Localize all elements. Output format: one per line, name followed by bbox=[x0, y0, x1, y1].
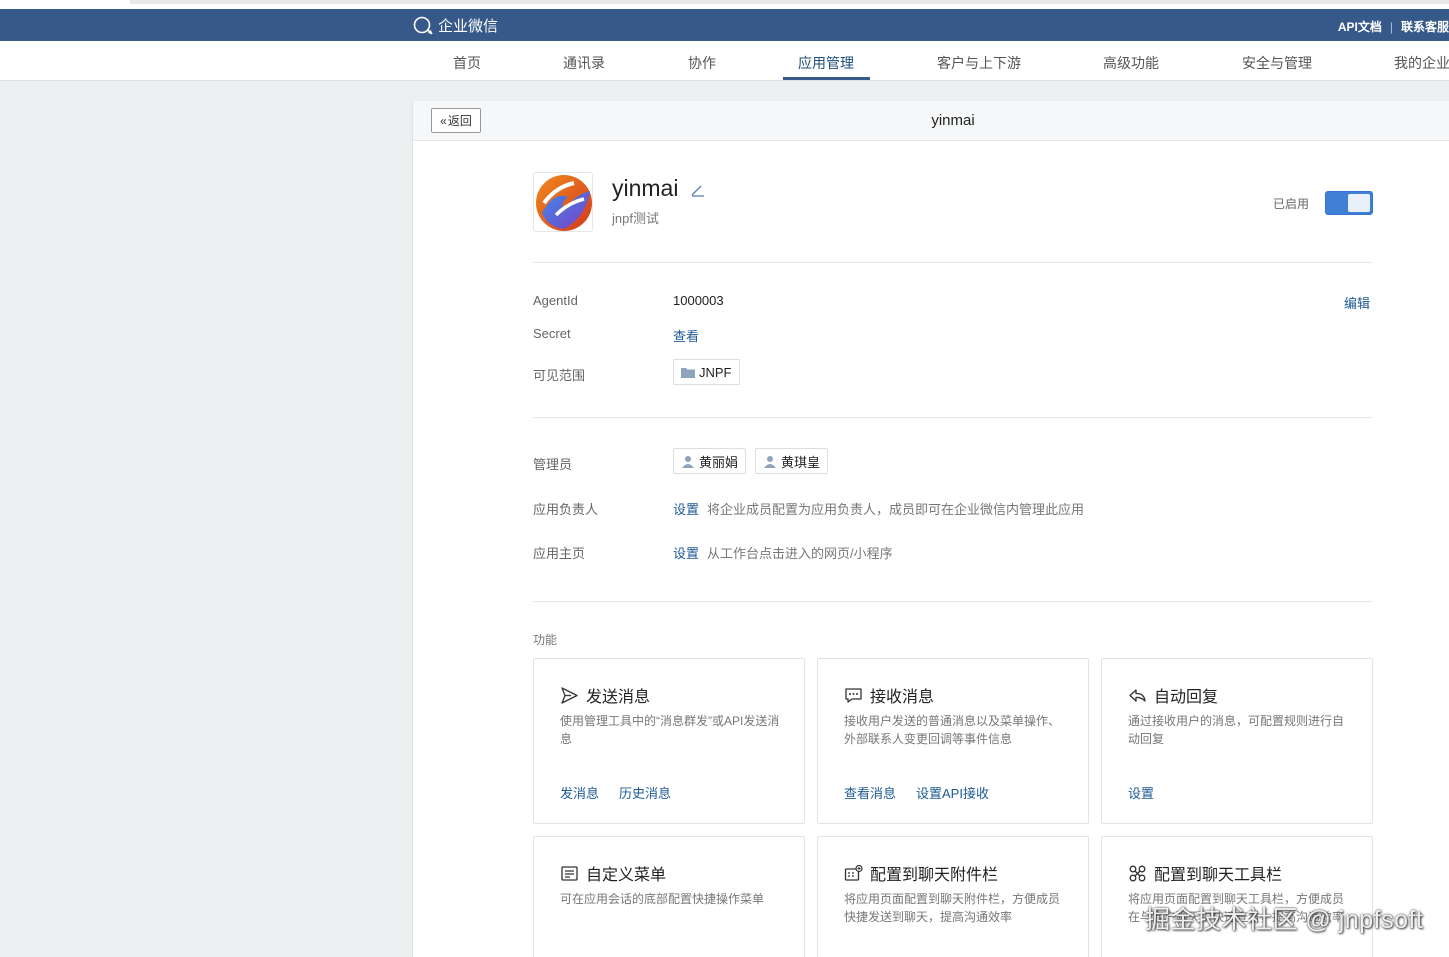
chat-bubble-icon bbox=[845, 687, 862, 703]
logo-text: 企业微信 bbox=[438, 18, 499, 35]
message-history-link[interactable]: 历史消息 bbox=[619, 783, 671, 802]
menu-icon bbox=[561, 865, 578, 881]
divider bbox=[533, 417, 1373, 418]
agentid-value: 1000003 bbox=[673, 293, 724, 308]
admin-label: 管理员 bbox=[533, 457, 573, 472]
view-messages-link[interactable]: 查看消息 bbox=[844, 783, 896, 802]
admin-tag[interactable]: 黄琪皇 bbox=[755, 448, 829, 474]
reply-icon bbox=[1129, 688, 1146, 702]
folder-icon bbox=[681, 367, 695, 378]
homepage-row: 设置 从工作台点击进入的网页/小程序 bbox=[673, 543, 893, 562]
nav-app-management[interactable]: 应用管理 bbox=[798, 53, 854, 73]
feature-card-chat-toolbar: 配置到聊天工具栏 将应用页面配置到聊天工具栏，方便成员在与客户聊天中快速查看，提… bbox=[1101, 836, 1373, 957]
app-description: jnpf测试 bbox=[612, 211, 659, 226]
card-title-text: 自定义菜单 bbox=[586, 867, 667, 884]
top-header: 企业微信 API文档 | 联系客服 bbox=[0, 9, 1449, 41]
app-detail-panel: « 返回 yinmai yinmai jnpf测试 已启用 AgentId 10… bbox=[412, 101, 1449, 957]
owner-hint: 将企业成员配置为应用负责人，成员即可在企业微信内管理此应用 bbox=[707, 502, 1085, 517]
browser-top-strip bbox=[0, 0, 1449, 9]
wework-logo[interactable]: 企业微信 bbox=[412, 15, 498, 36]
scope-label: 可见范围 bbox=[533, 368, 586, 383]
card-actions: 设置 bbox=[1128, 783, 1154, 802]
view-secret-link[interactable]: 查看 bbox=[673, 326, 699, 345]
set-homepage-link[interactable]: 设置 bbox=[673, 546, 699, 561]
app-logo bbox=[533, 172, 593, 232]
card-description: 可在应用会话的底部配置快捷操作菜单 bbox=[560, 892, 765, 906]
attachment-bar-icon bbox=[844, 864, 863, 881]
toolbar-icon bbox=[1129, 865, 1146, 881]
user-icon bbox=[682, 455, 694, 468]
admin-tag[interactable]: 黄丽娟 bbox=[673, 448, 747, 474]
card-description: 使用管理工具中的“消息群发”或API发送消息 bbox=[560, 714, 780, 746]
set-api-receive-link[interactable]: 设置API接收 bbox=[916, 783, 989, 802]
card-title: 接收消息 bbox=[844, 683, 934, 707]
set-owner-link[interactable]: 设置 bbox=[673, 502, 699, 517]
homepage-hint: 从工作台点击进入的网页/小程序 bbox=[707, 546, 893, 561]
nav-active-underline bbox=[783, 77, 870, 80]
send-message-link[interactable]: 发消息 bbox=[560, 783, 599, 802]
card-description: 接收用户发送的普通消息以及菜单操作、外部联系人变更回调等事件信息 bbox=[844, 714, 1061, 746]
divider bbox=[533, 262, 1373, 263]
edit-pencil-icon[interactable] bbox=[690, 182, 706, 198]
nav-customers[interactable]: 客户与上下游 bbox=[937, 53, 1021, 73]
nav-advanced[interactable]: 高级功能 bbox=[1103, 53, 1159, 73]
homepage-label: 应用主页 bbox=[533, 546, 586, 561]
api-docs-link[interactable]: API文档 bbox=[1338, 18, 1382, 35]
divider bbox=[533, 601, 1373, 602]
nav-collaboration[interactable]: 协作 bbox=[688, 53, 716, 73]
card-title: 发送消息 bbox=[560, 683, 650, 707]
owner-label: 应用负责人 bbox=[533, 502, 599, 517]
send-icon bbox=[561, 686, 578, 704]
card-title: 配置到聊天工具栏 bbox=[1128, 861, 1282, 885]
card-title-text: 配置到聊天附件栏 bbox=[870, 867, 999, 884]
header-separator: | bbox=[1389, 19, 1393, 34]
app-name: yinmai bbox=[612, 175, 679, 201]
header-links: API文档 | 联系客服 bbox=[1338, 18, 1449, 35]
card-title: 自定义菜单 bbox=[560, 861, 666, 885]
card-title-text: 自动回复 bbox=[1154, 689, 1219, 706]
admin-name: 黄丽娟 bbox=[699, 454, 739, 470]
card-actions: 发消息 历史消息 bbox=[560, 783, 671, 802]
app-logo-image bbox=[536, 175, 592, 231]
card-title: 自动回复 bbox=[1128, 683, 1218, 707]
detail-titlebar: « 返回 yinmai bbox=[413, 101, 1449, 141]
owner-row: 设置 将企业成员配置为应用负责人，成员即可在企业微信内管理此应用 bbox=[673, 499, 1084, 518]
nav-my-company[interactable]: 我的企业 bbox=[1394, 53, 1449, 73]
toggle-knob bbox=[1348, 194, 1370, 212]
nav-contacts[interactable]: 通讯录 bbox=[563, 53, 605, 73]
watermark-text: 掘金技术社区 @ jnpfsoft bbox=[1145, 906, 1424, 934]
nav-security[interactable]: 安全与管理 bbox=[1242, 53, 1312, 73]
nav-home[interactable]: 首页 bbox=[453, 53, 481, 73]
feature-card-receive-message: 接收消息 接收用户发送的普通消息以及菜单操作、外部联系人变更回调等事件信息 查看… bbox=[817, 658, 1089, 824]
features-section-label: 功能 bbox=[533, 633, 558, 647]
tab-strip-shade bbox=[130, 0, 1449, 4]
feature-card-custom-menu: 自定义菜单 可在应用会话的底部配置快捷操作菜单 bbox=[533, 836, 805, 957]
main-nav: 首页 通讯录 协作 应用管理 客户与上下游 高级功能 安全与管理 我的企业 bbox=[0, 41, 1449, 81]
card-title-text: 配置到聊天工具栏 bbox=[1154, 867, 1283, 884]
secret-label: Secret bbox=[533, 326, 571, 341]
user-icon bbox=[764, 455, 776, 468]
contact-service-link[interactable]: 联系客服 bbox=[1401, 18, 1449, 35]
agentid-label: AgentId bbox=[533, 293, 578, 308]
card-title-text: 接收消息 bbox=[870, 689, 935, 706]
auto-reply-settings-link[interactable]: 设置 bbox=[1128, 783, 1154, 802]
feature-card-chat-attachment-bar: 配置到聊天附件栏 将应用页面配置到聊天附件栏，方便成员快捷发送到聊天，提高沟通效… bbox=[817, 836, 1089, 957]
card-title: 配置到聊天附件栏 bbox=[844, 861, 998, 885]
scope-value: JNPF bbox=[699, 364, 732, 380]
feature-card-auto-reply: 自动回复 通过接收用户的消息，可配置规则进行自动回复 设置 bbox=[1101, 658, 1373, 824]
card-actions: 查看消息 设置API接收 bbox=[844, 783, 989, 802]
feature-card-send-message: 发送消息 使用管理工具中的“消息群发”或API发送消息 发消息 历史消息 bbox=[533, 658, 805, 824]
card-description: 通过接收用户的消息，可配置规则进行自动回复 bbox=[1128, 714, 1345, 746]
card-title-text: 发送消息 bbox=[586, 689, 651, 706]
page-title: yinmai bbox=[931, 112, 975, 129]
enabled-status-label: 已启用 bbox=[1273, 197, 1310, 211]
card-description: 将应用页面配置到聊天附件栏，方便成员快捷发送到聊天，提高沟通效率 bbox=[844, 892, 1061, 924]
wework-logo-icon bbox=[413, 16, 433, 34]
edit-details-link[interactable]: 编辑 bbox=[1344, 293, 1370, 312]
admin-name: 黄琪皇 bbox=[781, 454, 821, 470]
enable-toggle[interactable] bbox=[1325, 191, 1373, 215]
scope-tag[interactable]: JNPF bbox=[673, 359, 740, 385]
